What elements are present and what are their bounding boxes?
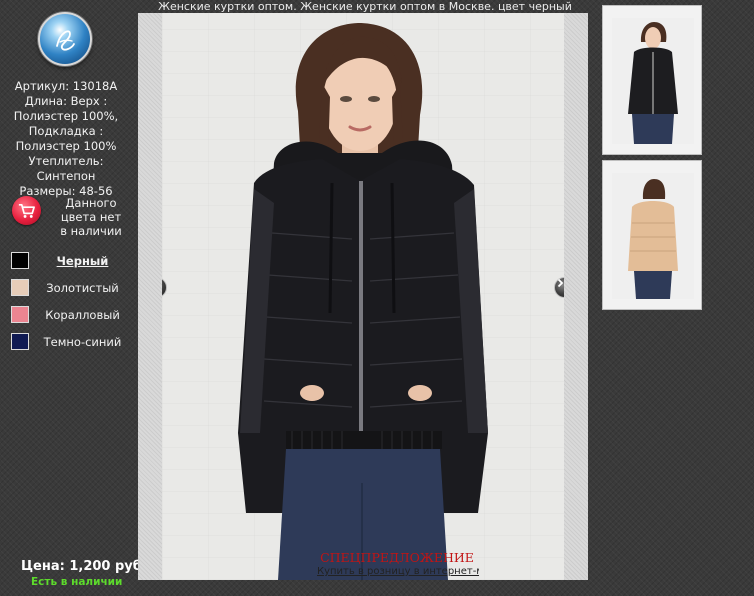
thumbnail-image (612, 18, 694, 144)
color-option-black[interactable]: Черный (11, 252, 136, 269)
logo-emblem-icon[interactable] (38, 12, 92, 66)
thumbnail-jacket (628, 201, 678, 271)
color-label[interactable]: Коралловый (29, 308, 136, 322)
color-swatch[interactable] (11, 333, 29, 350)
availability-status: Есть в наличии (31, 576, 123, 588)
spec-line: Длина: Верх : (24, 94, 108, 108)
page-title: Женские куртки оптом. Женские куртки опт… (158, 0, 572, 13)
price: Цена: 1,200 руб. (21, 559, 147, 574)
retail-link[interactable]: Купить в розницу в интернет-магазине (317, 566, 479, 578)
product-photo[interactable]: СПЕЦПРЕДЛОЖЕНИЕ Купить в розницу в интер… (162, 13, 564, 580)
thumbnail-black[interactable] (602, 5, 702, 155)
spec-line: Утеплитель: (28, 154, 104, 168)
viewer-side-strip (138, 13, 162, 580)
stock-note-line: в наличии (60, 224, 122, 238)
color-swatch[interactable] (11, 279, 29, 296)
stock-note-line: цвета нет (60, 210, 122, 224)
spec-line: Полиэстер 100%, (13, 109, 119, 123)
color-swatch[interactable] (11, 252, 29, 269)
product-info-panel: Артикул: 13018A Длина: Верх : Полиэстер … (0, 0, 147, 596)
color-option-coral[interactable]: Коралловый (11, 306, 136, 323)
stock-note-line: Данного (65, 196, 117, 210)
special-offer-label[interactable]: СПЕЦПРЕДЛОЖЕНИЕ (292, 550, 502, 565)
spec-line: Подкладка : (28, 124, 104, 138)
color-options: Черный Золотистый Коралловый Темно-синий (11, 252, 136, 360)
color-option-golden[interactable]: Золотистый (11, 279, 136, 296)
spec-line: Полиэстер 100% (15, 139, 117, 153)
product-specs: Артикул: 13018A Длина: Верх : Полиэстер … (4, 79, 128, 199)
main-image-viewer: СПЕЦПРЕДЛОЖЕНИЕ Купить в розницу в интер… (138, 13, 588, 580)
stock-note: Данного цвета нет в наличии (12, 196, 138, 240)
viewer-side-strip (564, 13, 588, 580)
spec-line: Синтепон (36, 169, 96, 183)
thumbnail-beige[interactable] (602, 160, 702, 310)
color-swatch[interactable] (11, 306, 29, 323)
color-option-navy[interactable]: Темно-синий (11, 333, 136, 350)
color-label[interactable]: Темно-синий (29, 335, 136, 349)
spec-line-article: Артикул: 13018A (14, 79, 118, 93)
color-label[interactable]: Черный (29, 254, 136, 268)
stock-note-text: Данного цвета нет в наличии (44, 196, 138, 238)
thumbnail-image (612, 173, 694, 299)
color-label[interactable]: Золотистый (29, 281, 136, 295)
cart-icon[interactable] (12, 196, 41, 225)
